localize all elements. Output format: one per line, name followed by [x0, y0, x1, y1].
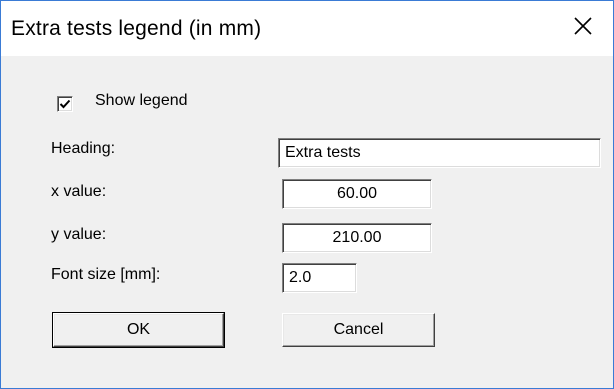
y-value-label: y value: [51, 226, 107, 243]
dialog-window: Extra tests legend (in mm) Show legend H… [0, 0, 614, 389]
x-value-input[interactable] [282, 179, 432, 209]
title-bar[interactable]: Extra tests legend (in mm) [1, 1, 613, 56]
dialog-title: Extra tests legend (in mm) [11, 17, 262, 40]
show-legend-checkbox[interactable] [57, 96, 73, 112]
heading-input[interactable] [278, 138, 601, 168]
ok-button[interactable]: OK [52, 312, 225, 348]
font-size-input[interactable] [282, 263, 357, 293]
checkmark-icon [59, 99, 71, 109]
x-value-label: x value: [51, 183, 107, 200]
font-size-label: Font size [mm]: [51, 266, 161, 283]
heading-label: Heading: [51, 140, 116, 157]
close-icon [574, 17, 592, 40]
cancel-button[interactable]: Cancel [282, 313, 435, 347]
show-legend-label[interactable]: Show legend [95, 92, 188, 110]
close-button[interactable] [553, 1, 613, 56]
dialog-body: Show legend Heading: x value: y value: F… [1, 56, 613, 388]
y-value-input[interactable] [282, 223, 432, 253]
